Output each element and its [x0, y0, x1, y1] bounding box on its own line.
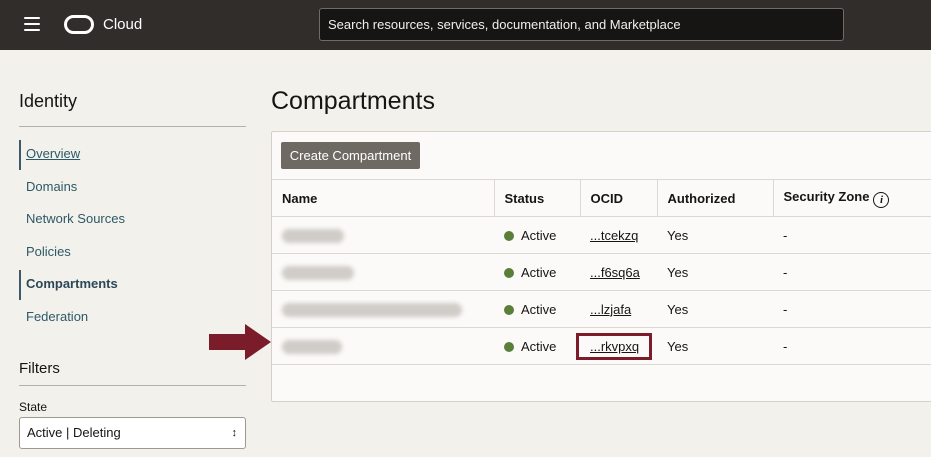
state-label: State — [19, 400, 48, 414]
sidebar-nav: Overview Domains Network Sources Policie… — [19, 140, 246, 335]
compartments-table: Name Status OCID Authorized Security Zon… — [272, 179, 931, 365]
status-cell: Active — [494, 253, 580, 291]
state-select[interactable]: Active | Deleting ↕ — [19, 417, 246, 449]
redacted-name — [282, 302, 462, 317]
page-title: Compartments — [271, 87, 435, 115]
security-zone-cell: - — [773, 216, 931, 254]
oracle-logo-icon[interactable] — [64, 15, 94, 34]
table-row: Active ...f6sq6a Yes - — [272, 253, 931, 291]
status-cell: Active — [494, 327, 580, 365]
table-header-row: Name Status OCID Authorized Security Zon… — [272, 179, 931, 217]
hamburger-menu-icon[interactable] — [24, 17, 40, 31]
compartments-panel: Create Compartment Name Status OCID Auth… — [271, 131, 931, 402]
column-header-status[interactable]: Status — [494, 179, 581, 217]
column-header-authorized[interactable]: Authorized — [657, 179, 774, 217]
name-cell[interactable] — [272, 327, 494, 365]
column-header-security-zone[interactable]: Security Zone i — [773, 179, 931, 217]
authorized-cell: Yes — [657, 327, 773, 365]
authorized-cell: Yes — [657, 216, 773, 254]
table-row: Active ...tcekzq Yes - — [272, 216, 931, 254]
status-cell: Active — [494, 290, 580, 328]
ocid-highlight-box: ...rkvpxq — [576, 332, 653, 360]
name-cell[interactable] — [272, 253, 494, 291]
status-dot-icon — [504, 341, 514, 352]
filters-title: Filters — [19, 360, 60, 377]
status-dot-icon — [504, 267, 514, 278]
authorized-cell: Yes — [657, 290, 773, 328]
brand-label[interactable]: Cloud — [103, 16, 142, 33]
status-dot-icon — [504, 304, 514, 315]
sidebar-item-network-sources[interactable]: Network Sources — [19, 205, 246, 238]
redacted-name — [282, 265, 354, 280]
ocid-link[interactable]: ...lzjafa — [590, 302, 631, 317]
info-icon[interactable]: i — [873, 191, 890, 208]
divider — [19, 385, 246, 386]
sidebar-item-policies[interactable]: Policies — [19, 238, 246, 271]
security-zone-cell: - — [773, 253, 931, 291]
table-row: Active ...lzjafa Yes - — [272, 290, 931, 328]
top-bar: Cloud — [0, 0, 931, 50]
sidebar-item-compartments[interactable]: Compartments — [19, 270, 246, 303]
status-dot-icon — [504, 230, 514, 241]
ocid-cell: ...rkvpxq — [576, 327, 657, 365]
chevron-updown-icon: ↕ — [231, 427, 238, 439]
name-cell[interactable] — [272, 290, 494, 328]
state-select-value: Active | Deleting — [27, 425, 121, 440]
ocid-cell: ...lzjafa — [580, 290, 657, 328]
ocid-cell: ...tcekzq — [580, 216, 657, 254]
create-compartment-button[interactable]: Create Compartment — [281, 142, 420, 169]
ocid-link[interactable]: ...tcekzq — [590, 228, 638, 243]
status-cell: Active — [494, 216, 580, 254]
ocid-cell: ...f6sq6a — [580, 253, 657, 291]
name-cell[interactable] — [272, 216, 494, 254]
sidebar-item-overview[interactable]: Overview — [19, 140, 246, 173]
column-header-ocid[interactable]: OCID — [580, 179, 658, 217]
compartments-table-wrap: Name Status OCID Authorized Security Zon… — [272, 179, 931, 365]
ocid-link[interactable]: ...f6sq6a — [590, 265, 640, 280]
redacted-name — [282, 228, 344, 243]
annotation-arrow-icon — [209, 324, 271, 360]
authorized-cell: Yes — [657, 253, 773, 291]
sidebar-item-domains[interactable]: Domains — [19, 173, 246, 206]
security-zone-cell: - — [773, 290, 931, 328]
search-input[interactable] — [319, 8, 844, 41]
ocid-link[interactable]: ...rkvpxq — [590, 339, 639, 354]
redacted-name — [282, 339, 342, 354]
security-zone-cell: - — [773, 327, 931, 365]
table-row: Active ...rkvpxq Yes - — [272, 327, 931, 365]
sidebar-title: Identity — [19, 91, 78, 111]
column-header-name[interactable]: Name — [272, 179, 495, 217]
divider — [19, 126, 246, 127]
